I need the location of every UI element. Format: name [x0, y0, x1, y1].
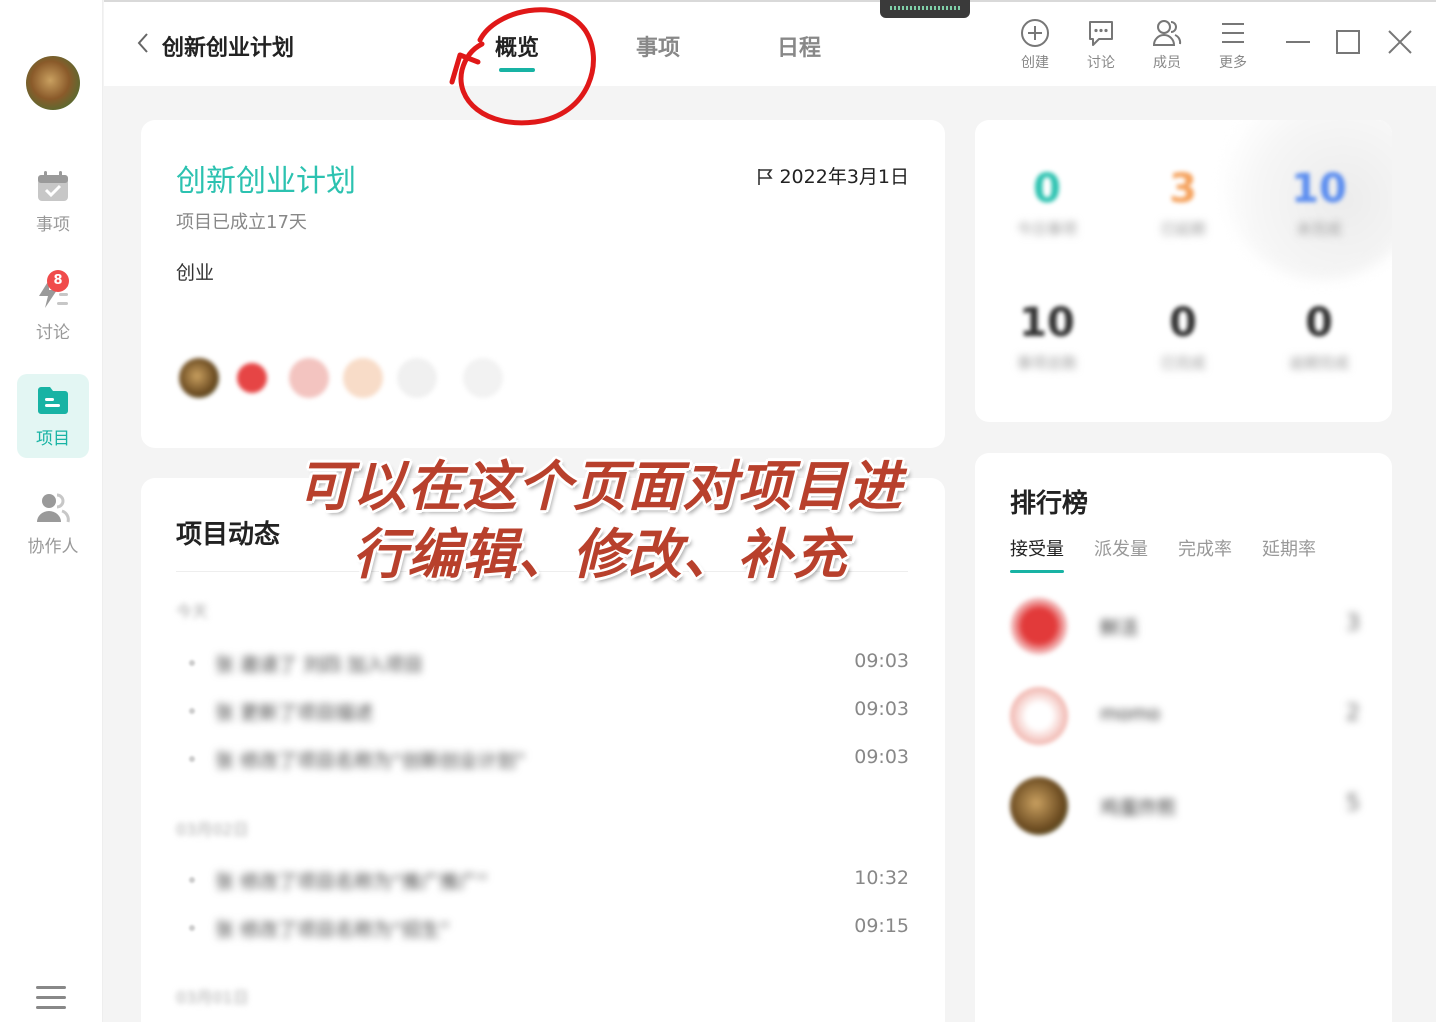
- rail-item-label: 协作人: [27, 537, 79, 557]
- chevron-left-icon[interactable]: [136, 32, 150, 60]
- tab-completion-rate[interactable]: 完成率: [1178, 535, 1232, 561]
- hamburger-menu-icon[interactable]: [36, 984, 66, 1012]
- ranking-row[interactable]: 鲜活 3: [1010, 597, 1360, 657]
- stat-incomplete[interactable]: 10 未完成: [1249, 166, 1389, 239]
- rail-item-discussion[interactable]: 8 讨论: [17, 268, 89, 352]
- list-item: 张 更新了项目描述 09:03: [189, 698, 909, 724]
- tab-overview[interactable]: 概览: [495, 30, 539, 72]
- stat-done[interactable]: 0 已完成: [1113, 300, 1253, 373]
- stat-total[interactable]: 10 事项总数: [977, 300, 1117, 373]
- stat-overdue[interactable]: 3 已延期: [1113, 166, 1253, 239]
- ranking-card: 排行榜 接受量 派发量 完成率 延期率 鲜活 3 momo 2 鸡蛋炸煎 5: [975, 453, 1392, 1022]
- avatar[interactable]: [179, 358, 219, 398]
- project-description[interactable]: 创业: [176, 258, 214, 285]
- stat-today[interactable]: 0 今日事项: [977, 166, 1117, 239]
- ranking-row[interactable]: 鸡蛋炸煎 5: [1010, 777, 1360, 837]
- stat-late-done[interactable]: 0 逾期完成: [1249, 300, 1389, 373]
- tab-dispatched[interactable]: 派发量: [1094, 535, 1148, 561]
- plus-circle-icon: [1021, 19, 1049, 47]
- members-button[interactable]: 成员: [1142, 18, 1192, 72]
- rail-item-projects[interactable]: 项目: [17, 374, 89, 458]
- left-rail: 事项 8 讨论 项目 协作人: [0, 0, 103, 1022]
- annotation-caption: 可以在这个页面对项目进 行编辑、修改、补充: [297, 454, 903, 586]
- tab-delay-rate[interactable]: 延期率: [1262, 535, 1316, 561]
- avatar[interactable]: [289, 358, 329, 398]
- chat-icon: [1089, 21, 1113, 46]
- project-info-card: 创新创业计划 项目已成立17天 创业 2022年3月1日: [141, 120, 945, 448]
- project-start-date[interactable]: 2022年3月1日: [757, 162, 909, 189]
- avatar: [1010, 597, 1068, 655]
- project-name[interactable]: 创新创业计划: [176, 156, 356, 200]
- top-bar: 创新创业计划 概览 事项 日程 创建 讨论 成员 更多: [104, 0, 1436, 86]
- feed-date: 今天: [176, 602, 209, 621]
- flag-icon: [758, 169, 774, 185]
- maximize-icon[interactable]: [1334, 28, 1362, 56]
- screen-recorder-pill: [880, 0, 970, 18]
- tab-schedule[interactable]: 日程: [777, 30, 821, 62]
- stats-card: 0 今日事项 3 已延期 10 未完成 10 事项总数 0 已完成 0 逾期完成: [975, 120, 1392, 422]
- lightning-list-icon: 8: [35, 270, 71, 312]
- avatar: [1010, 687, 1068, 745]
- list-item: 张 修改了项目名称为“推广推广” 10:32: [189, 867, 909, 893]
- feed-date: 03月02日: [176, 820, 249, 839]
- avatar: [1010, 777, 1068, 835]
- rail-item-collaborators[interactable]: 协作人: [17, 482, 89, 566]
- tab-tasks[interactable]: 事项: [636, 30, 680, 62]
- more-button[interactable]: 更多: [1208, 18, 1258, 72]
- rail-item-label: 项目: [36, 429, 70, 449]
- members-icon: [1152, 20, 1182, 46]
- ranking-title: 排行榜: [1010, 489, 1089, 519]
- ranking-row[interactable]: momo 2: [1010, 687, 1360, 747]
- list-item: 张 修改了项目名称为“招生” 09:15: [189, 915, 909, 941]
- list-item: 张 邀请了 刘四 加入项目 09:03: [189, 650, 909, 676]
- rail-item-tasks[interactable]: 事项: [17, 160, 89, 244]
- add-member-icon[interactable]: [397, 358, 437, 398]
- close-icon[interactable]: [1386, 28, 1414, 56]
- calendar-check-icon: [35, 168, 71, 204]
- unread-badge: 8: [47, 270, 69, 292]
- tab-received[interactable]: 接受量: [1010, 535, 1064, 573]
- project-title: 创新创业计划: [162, 36, 295, 61]
- discuss-button[interactable]: 讨论: [1076, 18, 1126, 72]
- rail-item-label: 讨论: [36, 323, 70, 343]
- feed-date: 03月01日: [176, 988, 249, 1007]
- feed-title: 项目动态: [176, 520, 281, 550]
- create-button[interactable]: 创建: [1010, 18, 1060, 72]
- minimize-icon[interactable]: [1284, 28, 1312, 56]
- people-icon: [35, 490, 71, 526]
- more-members-icon[interactable]: [463, 358, 503, 398]
- project-age: 项目已成立17天: [176, 212, 307, 233]
- rail-item-label: 事项: [36, 215, 70, 235]
- avatar[interactable]: [343, 358, 383, 398]
- list-item: 张 修改了项目名称为“创新创业计划” 09:03: [189, 746, 909, 772]
- menu-icon: [1222, 23, 1244, 43]
- user-avatar[interactable]: [26, 56, 80, 110]
- avatar[interactable]: [237, 363, 267, 393]
- folder-icon: [35, 382, 71, 418]
